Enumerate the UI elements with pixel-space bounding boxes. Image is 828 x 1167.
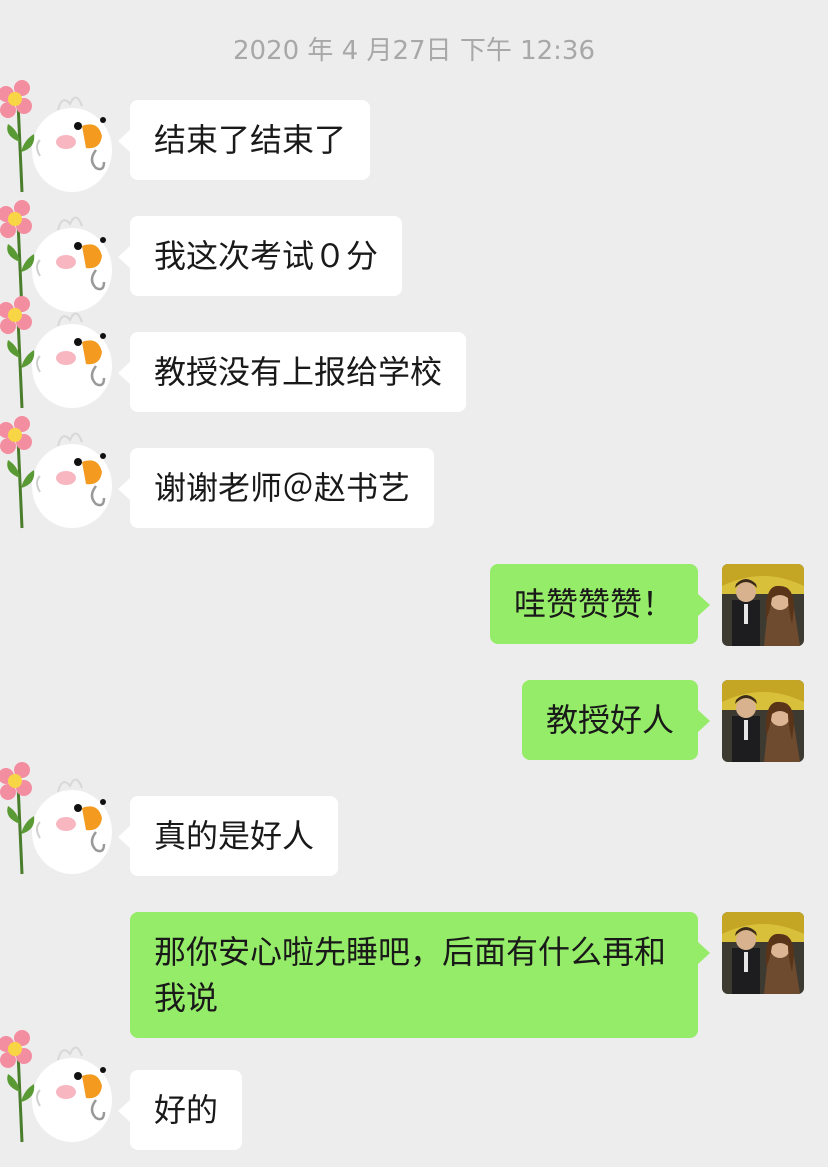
message-text: 真的是好人	[154, 817, 315, 855]
message-text: 我这次考试０分	[154, 237, 379, 275]
message-bubble-outgoing[interactable]: 那你安心啦先睡吧，后面有什么再和我说	[130, 912, 710, 1038]
duck-avatar-icon[interactable]	[0, 416, 118, 534]
message-text: 教授好人	[545, 701, 674, 739]
message-bubble-incoming[interactable]: 教授没有上报给学校	[117, 332, 467, 412]
message-text: 哇赞赞赞！	[513, 585, 674, 623]
user-avatar-icon[interactable]	[722, 564, 804, 646]
message-bubble-incoming[interactable]: 好的	[117, 1070, 243, 1150]
message-row: 教授好人	[0, 680, 828, 762]
user-avatar-icon[interactable]	[722, 680, 804, 762]
duck-avatar-icon[interactable]	[0, 80, 118, 198]
user-avatar-icon[interactable]	[722, 912, 804, 994]
message-row: 结束了结束了	[0, 80, 828, 198]
message-text: 好的	[154, 1091, 219, 1129]
message-row: 好的	[0, 1030, 828, 1160]
message-row: 真的是好人	[0, 762, 828, 896]
message-text: 谢谢老师＠赵书艺	[154, 469, 411, 507]
duck-avatar-icon[interactable]	[0, 762, 118, 880]
message-row: 哇赞赞赞！	[0, 564, 828, 646]
chat-timestamp: 2020 年 4 月27日 下午 12:36	[232, 36, 596, 66]
message-text: 那你安心啦先睡吧，后面有什么再和我说	[154, 933, 667, 1017]
message-bubble-incoming[interactable]: 结束了结束了	[117, 100, 371, 180]
message-row: 教授没有上报给学校	[0, 296, 828, 414]
message-bubble-outgoing[interactable]: 哇赞赞赞！	[489, 564, 711, 644]
message-text: 教授没有上报给学校	[154, 353, 443, 391]
duck-avatar-icon[interactable]	[0, 296, 118, 414]
message-row: 谢谢老师＠赵书艺	[0, 416, 828, 534]
message-bubble-outgoing[interactable]: 教授好人	[521, 680, 711, 760]
message-bubble-incoming[interactable]: 我这次考试０分	[117, 216, 403, 296]
message-bubble-incoming[interactable]: 谢谢老师＠赵书艺	[117, 448, 435, 528]
message-row: 那你安心啦先睡吧，后面有什么再和我说	[0, 912, 828, 1038]
message-text: 结束了结束了	[154, 121, 347, 159]
duck-avatar-icon[interactable]	[0, 1030, 118, 1148]
message-bubble-incoming[interactable]: 真的是好人	[117, 796, 339, 876]
